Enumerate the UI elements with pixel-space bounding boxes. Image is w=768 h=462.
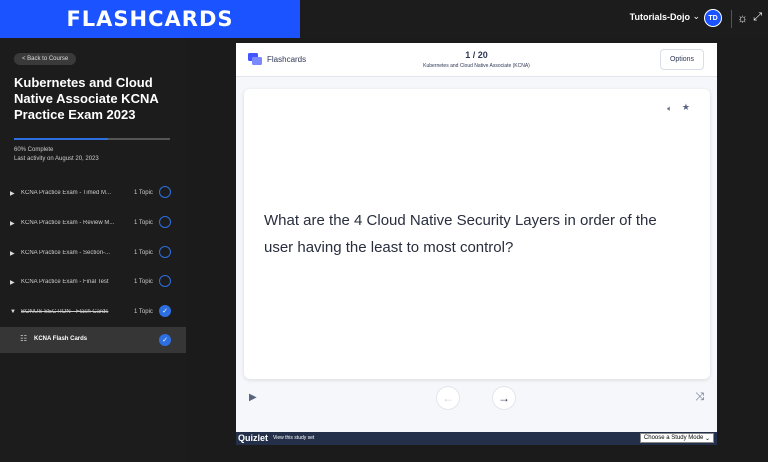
study-set-title: Kubernetes and Cloud Native Associate (K… bbox=[423, 63, 530, 69]
caret-right-icon: ▶ bbox=[10, 280, 15, 286]
user-menu[interactable]: Tutorials-Dojo bbox=[630, 12, 690, 22]
previous-card-button[interactable]: ← bbox=[436, 386, 460, 410]
progress-label: 60% Complete bbox=[14, 147, 54, 153]
chevron-down-icon: ⌄ bbox=[703, 435, 710, 442]
study-mode-select[interactable]: Choose a Study Mode ⌄ bbox=[639, 433, 714, 443]
course-sidebar: < Back to Course Kubernetes and Cloud Na… bbox=[0, 38, 186, 462]
caret-down-icon: ▼ bbox=[10, 309, 16, 315]
sun-icon[interactable]: ☼ bbox=[737, 11, 748, 25]
last-activity: Last activity on August 20, 2023 bbox=[14, 156, 99, 162]
topic-count: 1 Topic bbox=[134, 309, 153, 315]
flashcards-panel: Flashcards 1 / 20 Kubernetes and Cloud N… bbox=[236, 43, 717, 445]
play-icon[interactable]: ▶ bbox=[249, 392, 257, 403]
list-icon: ☷ bbox=[20, 334, 28, 343]
quizlet-footer: Quizlet View this study set Choose a Stu… bbox=[236, 432, 717, 445]
progress-bar bbox=[14, 138, 170, 140]
status-circle-icon bbox=[159, 216, 171, 228]
section-title: KCNA Practice Exam - Review M... bbox=[21, 220, 115, 226]
back-to-course-button[interactable]: < Back to Course bbox=[14, 53, 77, 65]
speaker-icon[interactable]: 🔈︎ bbox=[667, 104, 672, 114]
flashcard[interactable]: 🔈︎ ★ What are the 4 Cloud Native Securit… bbox=[244, 89, 710, 379]
shuffle-icon[interactable]: ⤨ bbox=[695, 391, 704, 404]
section-title: BONUS SECTION - Flash Cards bbox=[21, 309, 109, 315]
study-mode-label: Choose a Study Mode bbox=[643, 435, 704, 441]
expand-icon[interactable]: ⤢ bbox=[753, 11, 762, 24]
status-circle-icon bbox=[159, 186, 171, 198]
section-item-bonus[interactable]: ▼ BONUS SECTION - Flash Cards 1 Topic ✓ bbox=[0, 301, 186, 327]
caret-right-icon: ▶ bbox=[10, 191, 15, 197]
top-bar: FLASHCARDS Tutorials-Dojo ⌄ TD ☼ ⤢ bbox=[0, 0, 768, 38]
section-item-section[interactable]: ▶ KCNA Practice Exam - Section-... 1 Top… bbox=[0, 242, 186, 268]
status-circle-icon bbox=[159, 275, 171, 287]
course-title: Kubernetes and Cloud Native Associate KC… bbox=[14, 75, 159, 122]
check-circle-icon: ✓ bbox=[159, 334, 171, 346]
chevron-down-icon[interactable]: ⌄ bbox=[692, 11, 700, 22]
arrow-right-icon: → bbox=[498, 391, 510, 405]
lesson-title: KCNA Flash Cards bbox=[34, 336, 88, 342]
status-circle-icon bbox=[159, 246, 171, 258]
check-circle-icon: ✓ bbox=[159, 305, 171, 317]
brand-title: FLASHCARDS bbox=[66, 7, 234, 31]
section-title: KCNA Practice Exam - Timed M... bbox=[21, 190, 112, 196]
section-item-timed[interactable]: ▶ KCNA Practice Exam - Timed M... 1 Topi… bbox=[0, 182, 186, 208]
caret-right-icon: ▶ bbox=[10, 221, 15, 227]
brand-banner: FLASHCARDS bbox=[0, 0, 300, 38]
caret-right-icon: ▶ bbox=[10, 251, 15, 257]
progress-fill bbox=[14, 138, 108, 140]
card-controls: ▶ ← → ⤨ bbox=[236, 386, 717, 410]
card-counter: 1 / 20 bbox=[465, 50, 488, 60]
section-item-review[interactable]: ▶ KCNA Practice Exam - Review M... 1 Top… bbox=[0, 212, 186, 238]
section-title: KCNA Practice Exam - Final Test bbox=[21, 279, 109, 285]
lesson-item-kcna-flash-cards[interactable]: ☷ KCNA Flash Cards ✓ bbox=[0, 327, 186, 353]
section-title: KCNA Practice Exam - Section-... bbox=[21, 250, 111, 256]
quizlet-logo[interactable]: Quizlet bbox=[238, 433, 268, 443]
next-card-button[interactable]: → bbox=[492, 386, 516, 410]
topic-count: 1 Topic bbox=[134, 220, 153, 226]
star-icon[interactable]: ★ bbox=[682, 102, 690, 113]
arrow-left-icon: ← bbox=[442, 391, 454, 405]
flashcards-header: Flashcards 1 / 20 Kubernetes and Cloud N… bbox=[236, 43, 717, 77]
topic-count: 1 Topic bbox=[134, 250, 153, 256]
topic-count: 1 Topic bbox=[134, 190, 153, 196]
topic-count: 1 Topic bbox=[134, 279, 153, 285]
options-button[interactable]: Options bbox=[660, 49, 704, 70]
header-divider bbox=[731, 10, 732, 28]
section-item-final[interactable]: ▶ KCNA Practice Exam - Final Test 1 Topi… bbox=[0, 271, 186, 297]
view-study-set-link[interactable]: View this study set bbox=[273, 435, 314, 441]
avatar[interactable]: TD bbox=[704, 9, 722, 27]
card-question: What are the 4 Cloud Native Security Lay… bbox=[264, 212, 657, 256]
